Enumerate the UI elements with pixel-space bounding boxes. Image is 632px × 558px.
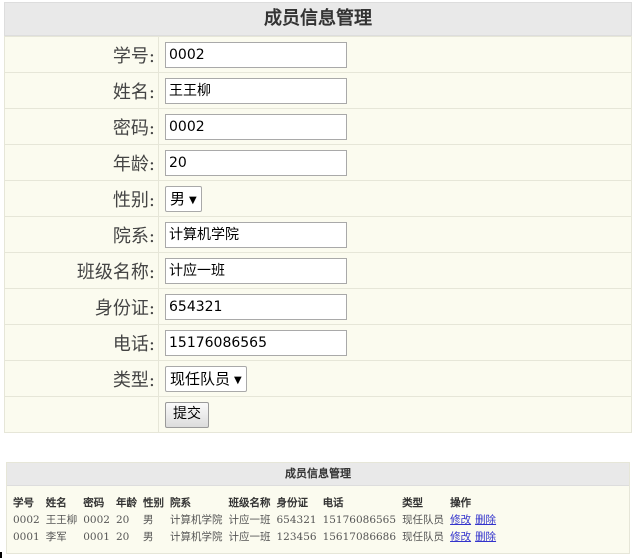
cell-student-id: 0002 (13, 513, 40, 526)
column-header-class-name: 班级名称 (228, 497, 271, 509)
type-select[interactable]: 现任队员 ▼ (165, 365, 247, 392)
form-row-class-name: 班级名称: 计应一班 (4, 252, 632, 289)
column-header-actions: 操作 (450, 497, 472, 509)
cell-actions: 修改 删除 (448, 511, 504, 528)
member-table: 学号 姓名 密码 年龄 性别 院系 班级名称 身份证 电话 类型 操作 0002… (11, 494, 504, 545)
list-title: 成员信息管理 (7, 463, 629, 486)
text-cursor (0, 552, 2, 558)
cell-type: 现任队员 (402, 531, 445, 543)
form-row-id-card: 身份证: 654321 (4, 288, 632, 325)
chevron-down-icon: ▼ (189, 194, 197, 206)
id-card-label: 身份证: (4, 288, 159, 325)
cell-class-name: 计应一班 (228, 531, 271, 543)
empty-label-cell (4, 396, 159, 433)
column-header-name: 姓名 (45, 497, 67, 509)
cell-class-name: 计应一班 (228, 514, 271, 526)
column-header-age: 年龄 (115, 497, 137, 509)
form-row-student-id: 学号: 0002 (4, 36, 632, 73)
form-table: 学号: 0002 姓名: 王王柳 密码: 0002 年龄: 20 性别: 男 ▼ … (4, 36, 632, 433)
form-row-department: 院系: 计算机学院 (4, 216, 632, 253)
form-row-age: 年龄: 20 (4, 144, 632, 181)
password-input[interactable]: 0002 (165, 113, 347, 140)
department-label: 院系: (4, 216, 159, 253)
cell-department: 计算机学院 (169, 514, 223, 526)
form-title: 成员信息管理 (4, 2, 632, 36)
phone-label: 电话: (4, 324, 159, 361)
department-input[interactable]: 计算机学院 (165, 221, 347, 248)
age-input[interactable]: 20 (165, 149, 347, 176)
cell-age: 20 (115, 530, 130, 543)
password-label: 密码: (4, 108, 159, 145)
delete-link[interactable]: 删除 (475, 514, 496, 526)
cell-gender: 男 (142, 531, 154, 543)
column-header-password: 密码 (83, 497, 105, 509)
student-id-input[interactable]: 0002 (165, 41, 347, 68)
cell-age: 20 (115, 513, 130, 526)
class-name-input[interactable]: 计应一班 (165, 257, 347, 284)
cell-department: 计算机学院 (169, 531, 223, 543)
column-header-student-id: 学号 (13, 497, 34, 509)
name-label: 姓名: (4, 72, 159, 109)
cell-id-card: 654321 (276, 513, 317, 526)
member-form: 成员信息管理 学号: 0002 姓名: 王王柳 密码: 0002 年龄: 20 … (4, 2, 632, 433)
table-row: 0002 王王柳 0002 20 男 计算机学院 计应一班 654321 151… (11, 511, 504, 528)
gender-select[interactable]: 男 ▼ (165, 185, 202, 212)
member-list-panel: 成员信息管理 学号 姓名 密码 年龄 性别 院系 班级名称 身份证 电话 类型 … (6, 462, 630, 554)
cell-type: 现任队员 (402, 514, 445, 526)
gender-selected-value: 男 (170, 189, 186, 208)
edit-link[interactable]: 修改 (450, 514, 471, 526)
student-id-label: 学号: (4, 36, 159, 73)
form-row-name: 姓名: 王王柳 (4, 72, 632, 109)
edit-link[interactable]: 修改 (450, 531, 471, 543)
cell-actions: 修改 删除 (448, 528, 504, 545)
form-row-submit: 提交 (4, 396, 632, 433)
column-header-gender: 性别 (142, 497, 164, 509)
cell-phone: 15617086686 (322, 530, 397, 543)
cell-name: 李军 (45, 531, 67, 543)
form-row-phone: 电话: 15176086565 (4, 324, 632, 361)
submit-button[interactable]: 提交 (165, 401, 209, 428)
form-row-password: 密码: 0002 (4, 108, 632, 145)
cell-id-card: 123456 (276, 530, 317, 543)
cell-password: 0002 (83, 513, 110, 526)
chevron-down-icon: ▼ (234, 374, 242, 386)
cell-student-id: 0001 (13, 530, 40, 543)
table-header-row: 学号 姓名 密码 年龄 性别 院系 班级名称 身份证 电话 类型 操作 (11, 494, 504, 511)
table-row: 0001 李军 0001 20 男 计算机学院 计应一班 123456 1561… (11, 528, 504, 545)
form-row-gender: 性别: 男 ▼ (4, 180, 632, 217)
form-row-type: 类型: 现任队员 ▼ (4, 360, 632, 397)
type-label: 类型: (4, 360, 159, 397)
gender-label: 性别: (4, 180, 159, 217)
type-selected-value: 现任队员 (170, 369, 231, 388)
column-header-department: 院系 (169, 497, 191, 509)
age-label: 年龄: (4, 144, 159, 181)
column-header-type: 类型 (402, 497, 424, 509)
delete-link[interactable]: 删除 (475, 531, 496, 543)
cell-name: 王王柳 (45, 514, 78, 526)
column-header-id-card: 身份证 (276, 497, 308, 509)
cell-password: 0001 (83, 530, 110, 543)
id-card-input[interactable]: 654321 (165, 293, 347, 320)
name-input[interactable]: 王王柳 (165, 77, 347, 104)
cell-phone: 15176086565 (322, 513, 397, 526)
cell-gender: 男 (142, 514, 154, 526)
phone-input[interactable]: 15176086565 (165, 329, 347, 356)
column-header-phone: 电话 (322, 497, 344, 509)
class-name-label: 班级名称: (4, 252, 159, 289)
